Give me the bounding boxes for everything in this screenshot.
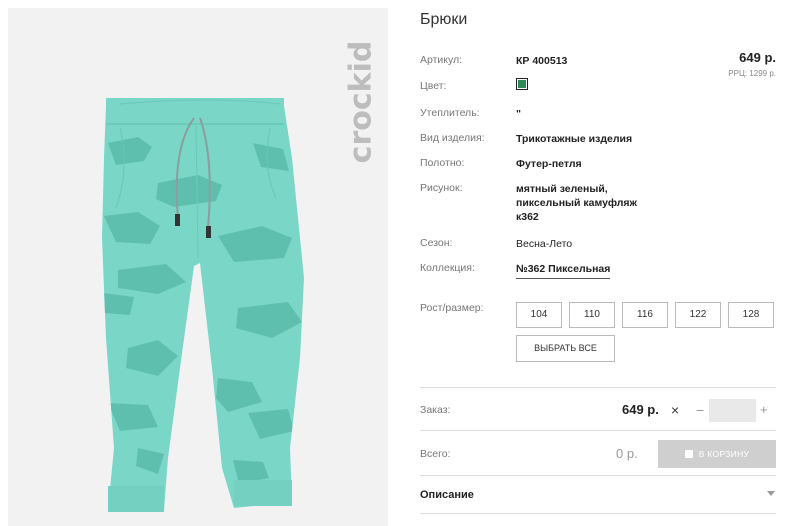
product-info-panel: Брюки 649 р. РРЦ: 1299 р. Артикул: КР 40… <box>420 0 780 526</box>
season-value: Весна-Лето <box>516 238 573 250</box>
season-label: Сезон: <box>420 237 453 249</box>
fabric-value: Футер-петля <box>516 158 582 170</box>
increase-quantity-button[interactable]: + <box>760 402 768 417</box>
collection-link[interactable]: №362 Пиксельная <box>516 262 611 279</box>
total-value: 0 р. <box>616 446 638 461</box>
divider <box>420 387 776 388</box>
insulation-label: Утеплитель: <box>420 107 480 119</box>
color-label: Цвет: <box>420 80 447 92</box>
select-all-button[interactable]: ВЫБРАТЬ ВСЕ <box>516 335 615 362</box>
chevron-down-icon[interactable] <box>767 491 775 496</box>
description-toggle[interactable]: Описание <box>420 489 474 501</box>
add-to-cart-button[interactable]: В КОРЗИНУ <box>658 440 776 468</box>
collection-label: Коллекция: <box>420 262 475 274</box>
size-option-104[interactable]: 104 <box>516 302 562 328</box>
size-option-122[interactable]: 122 <box>675 302 721 328</box>
pattern-value-line2: пиксельный камуфляж <box>516 197 637 209</box>
total-label: Всего: <box>420 448 451 460</box>
divider <box>420 430 776 431</box>
divider <box>420 513 776 514</box>
size-option-110[interactable]: 110 <box>569 302 615 328</box>
order-price: 649 р. <box>622 402 659 417</box>
recommended-price: РРЦ: 1299 р. <box>728 69 776 78</box>
fabric-label: Полотно: <box>420 157 465 169</box>
order-label: Заказ: <box>420 404 451 416</box>
product-title: Брюки <box>420 11 468 28</box>
article-label: Артикул: <box>420 54 463 66</box>
color-swatch[interactable] <box>516 78 528 90</box>
pants-illustration <box>102 98 304 512</box>
pattern-value-line1: мятный зеленый, <box>516 183 608 195</box>
add-to-cart-label: В КОРЗИНУ <box>698 449 750 459</box>
pattern-label: Рисунок: <box>420 182 463 194</box>
pattern-value-line3: к362 <box>516 211 539 223</box>
quantity-input[interactable] <box>709 399 756 422</box>
times-icon: × <box>671 402 680 418</box>
size-option-116[interactable]: 116 <box>622 302 668 328</box>
type-label: Вид изделия: <box>420 132 485 144</box>
color-swatch-fill <box>518 80 526 88</box>
product-price: 649 р. <box>739 50 776 65</box>
price-block: 649 р. РРЦ: 1299 р. <box>728 50 776 78</box>
type-value: Трикотажные изделия <box>516 133 633 145</box>
article-value: КР 400513 <box>516 55 568 67</box>
insulation-value: " <box>516 108 521 120</box>
size-label: Рост/размер: <box>420 302 484 314</box>
bag-icon <box>684 450 693 458</box>
decrease-quantity-button[interactable]: − <box>696 402 704 418</box>
divider <box>420 475 776 476</box>
brand-logo-text: crockid <box>343 40 379 164</box>
brand-logo: crockid <box>344 32 379 172</box>
size-option-128[interactable]: 128 <box>728 302 774 328</box>
product-image: crockid <box>8 8 388 526</box>
